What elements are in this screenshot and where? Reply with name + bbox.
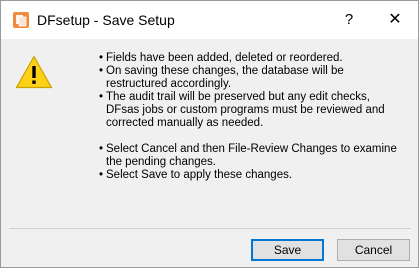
message-item: • Fields have been added, deleted or reor…	[99, 52, 404, 65]
message-list: • Fields have been added, deleted or reor…	[99, 52, 404, 182]
bullet: •	[99, 65, 104, 77]
message-text: The audit trail will be preserved but an…	[106, 91, 385, 129]
bullet: •	[99, 52, 104, 64]
cancel-button[interactable]: Cancel	[337, 239, 410, 261]
close-button[interactable]: ✕	[381, 7, 409, 33]
bullet: •	[99, 169, 104, 181]
close-icon: ✕	[388, 11, 402, 28]
message-item: • On saving these changes, the database w…	[99, 65, 404, 91]
bullet: •	[99, 91, 104, 103]
dialog-content: • Fields have been added, deleted or reor…	[1, 39, 418, 229]
message-text: On saving these changes, the database wi…	[106, 65, 344, 90]
message-item: • Select Save to apply these changes.	[99, 169, 404, 182]
warning-icon	[15, 55, 53, 89]
divider	[9, 228, 411, 229]
message-text: Fields have been added, deleted or reord…	[106, 52, 343, 64]
message-item: • Select Cancel and then File-Review Chan…	[99, 143, 404, 169]
title-bar[interactable]: DFsetup - Save Setup ? ✕	[1, 1, 418, 39]
bullet: •	[99, 143, 104, 155]
message-text: Select Cancel and then File-Review Chang…	[106, 143, 397, 168]
message-text: Select Save to apply these changes.	[106, 169, 293, 181]
save-button[interactable]: Save	[251, 239, 324, 261]
message-item: • The audit trail will be preserved but a…	[99, 91, 404, 130]
dfsetup-app-icon	[13, 12, 29, 28]
save-setup-dialog: DFsetup - Save Setup ? ✕ • Fields have be…	[0, 0, 419, 268]
window-title: DFsetup - Save Setup	[37, 12, 175, 28]
help-button[interactable]: ?	[335, 7, 363, 33]
